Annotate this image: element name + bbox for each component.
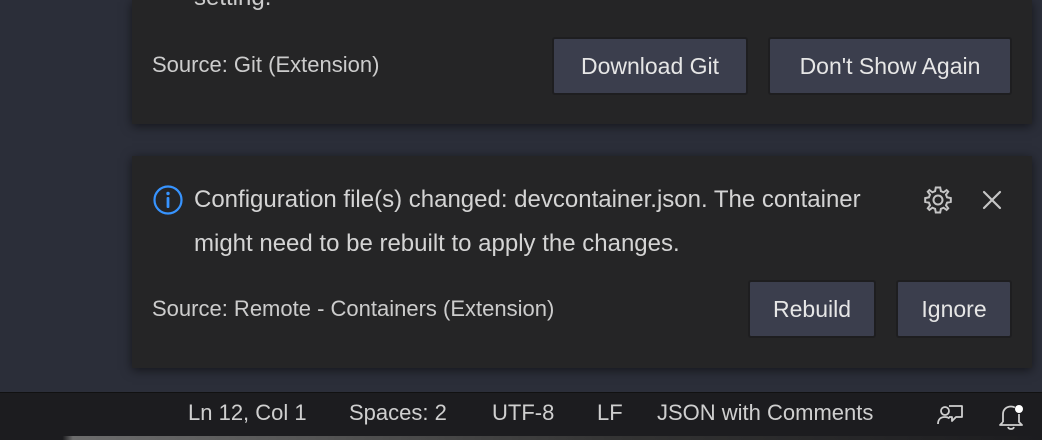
download-git-button[interactable]: Download Git <box>552 37 748 95</box>
notification-message: Configuration file(s) changed: devcontai… <box>194 186 861 257</box>
dont-show-again-button[interactable]: Don't Show Again <box>768 37 1012 95</box>
rebuild-button[interactable]: Rebuild <box>748 280 876 338</box>
notification-git-source: Source: Git (Extension) <box>152 52 380 77</box>
notification-config-source: Source: Remote - Containers (Extension) <box>152 296 555 321</box>
statusbar-indentation[interactable]: Spaces: 2 <box>349 400 447 426</box>
gear-icon[interactable] <box>922 184 954 216</box>
ignore-button[interactable]: Ignore <box>896 280 1012 338</box>
notification-git-message: setting. <box>194 0 271 12</box>
notifications-bell-icon[interactable] <box>996 401 1026 431</box>
notification-git: setting. Source: Git (Extension) Downloa… <box>132 0 1032 124</box>
statusbar-line-ending[interactable]: LF <box>597 400 623 426</box>
status-bar: Ln 12, Col 1 Spaces: 2 UTF-8 LF JSON wit… <box>0 392 1042 440</box>
window-bottom-edge <box>0 436 1042 440</box>
statusbar-encoding[interactable]: UTF-8 <box>492 400 554 426</box>
feedback-icon[interactable] <box>935 401 965 431</box>
statusbar-cursor-position[interactable]: Ln 12, Col 1 <box>188 400 307 426</box>
info-icon <box>153 185 183 215</box>
close-icon[interactable] <box>978 186 1006 214</box>
statusbar-language-mode[interactable]: JSON with Comments <box>657 400 873 426</box>
notification-config-changed: Configuration file(s) changed: devcontai… <box>132 156 1032 368</box>
